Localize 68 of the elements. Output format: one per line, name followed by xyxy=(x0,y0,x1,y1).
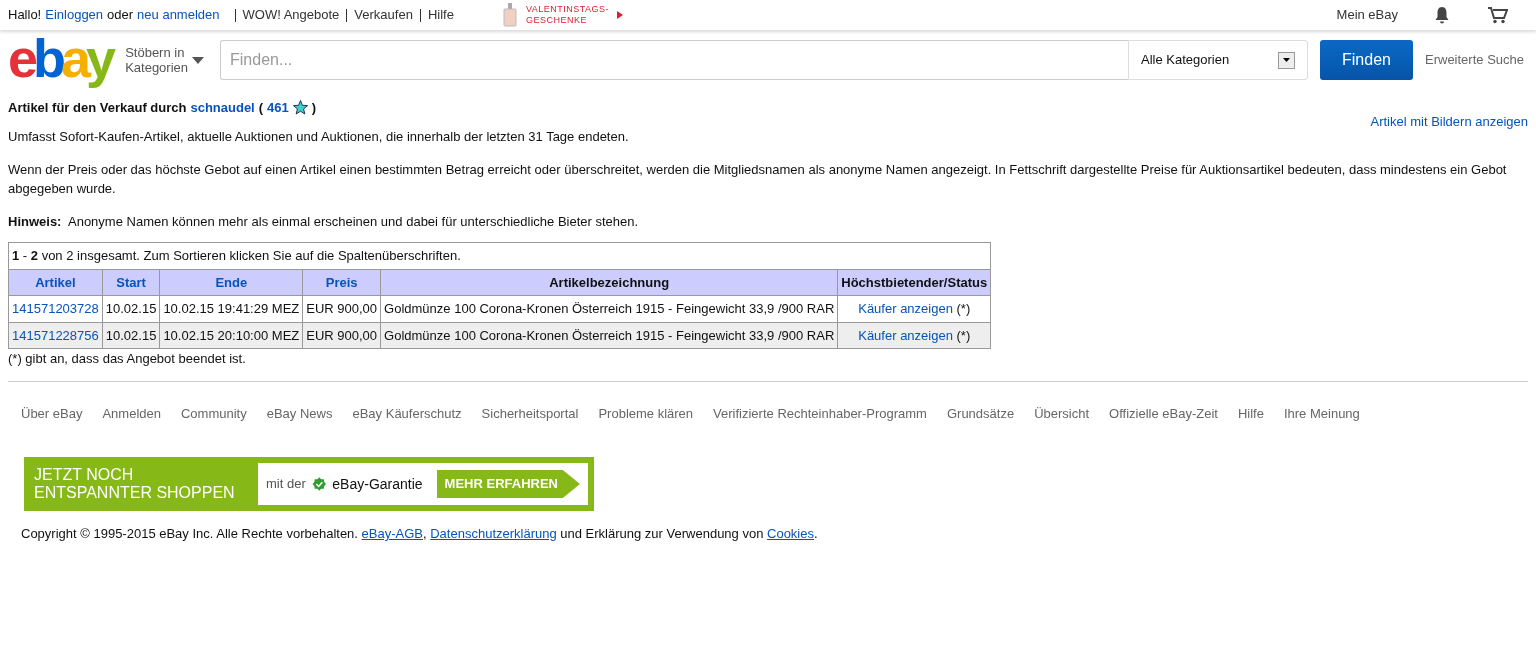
search-button[interactable]: Finden xyxy=(1320,40,1413,80)
show-buyer-link[interactable]: Käufer anzeigen xyxy=(858,301,953,316)
footer-link[interactable]: eBay Käuferschutz xyxy=(352,403,462,423)
start-date-cell: 10.02.15 xyxy=(102,322,160,349)
footer-link[interactable]: Anmelden xyxy=(102,403,161,423)
status-text: (*) xyxy=(956,301,971,316)
footer-legal-link[interactable]: eBay-AGB xyxy=(361,526,423,541)
ebay-logo[interactable]: ebay xyxy=(8,26,118,90)
feedback-score-link[interactable]: 461 xyxy=(267,98,289,118)
item-title-cell: Goldmünze 100 Corona-Kronen Österreich 1915 - Feingewicht 33,9 /900 RAR xyxy=(380,322,838,349)
top-nav-link[interactable]: WOW! Angebote xyxy=(242,5,340,25)
paren-text: ( xyxy=(258,99,264,117)
footer-legal-link[interactable]: Cookies xyxy=(767,526,814,541)
footer-link[interactable]: eBay News xyxy=(266,403,333,423)
caret-icon xyxy=(1283,58,1290,62)
price-cell: EUR 900,00 xyxy=(302,322,381,349)
category-browse-button[interactable]: Stöbern in Kategorien xyxy=(125,45,205,75)
copyright-text: Copyright © 1995-2015 eBay Inc. Alle Rechte vorbehalten. eBay-AGB, Datenschutzerklärung und Erklärung zur Verwendung von Cookies. xyxy=(21,525,819,543)
banner-headline: JETZT NOCH ENTSPANNTER SHOPPEN xyxy=(34,466,235,502)
or-text: oder xyxy=(107,6,134,25)
footer-link[interactable]: Offizielle eBay-Zeit xyxy=(1109,403,1218,423)
status-text: (*) xyxy=(956,327,971,343)
top-nav-link[interactable]: Verkaufen xyxy=(354,5,413,25)
footer-link[interactable]: Probleme klären xyxy=(598,403,694,423)
footer-link[interactable]: Verifizierte Rechteinhaber-Programm xyxy=(713,403,927,423)
search-field[interactable]: Finden... xyxy=(220,40,1128,80)
my-ebay-link[interactable]: Mein eBay xyxy=(1336,5,1398,25)
footer-link[interactable]: Grundsätze xyxy=(946,403,1015,423)
column-header: Höchstbietender/Status xyxy=(837,269,991,296)
footer-link[interactable]: Sicherheitsportal xyxy=(481,403,579,423)
info-paragraph: Umfasst Sofort-Kaufen-Artikel, aktuelle Auktionen und Auktionen, die innerhalb der letzten 31 Tage endeten. xyxy=(8,128,630,146)
start-date-cell: 10.02.15 xyxy=(102,295,160,322)
end-date-cell: 10.02.15 20:10:00 MEZ xyxy=(159,322,303,349)
star-icon xyxy=(292,100,308,116)
perfume-bottle-icon xyxy=(501,3,518,27)
column-sort-link[interactable]: Ende xyxy=(215,274,248,290)
guarantee-banner[interactable]: JETZT NOCH ENTSPANNTER SHOPPEN mit der eBay-Garantie MEHR ERFAHREN xyxy=(24,457,594,511)
price-cell: EUR 900,00 xyxy=(302,295,381,322)
show-buyer-link[interactable]: Käufer anzeigen xyxy=(858,327,953,343)
page-title: Artikel für den Verkauf durch xyxy=(8,99,187,117)
top-nav-link[interactable]: Hilfe xyxy=(427,5,454,25)
footer-link[interactable]: Über eBay xyxy=(21,403,83,423)
pictures-link[interactable]: Artikel mit Bildern anzeigen xyxy=(1370,111,1528,131)
cart-icon[interactable] xyxy=(1488,6,1508,24)
register-link[interactable]: neu anmelden xyxy=(137,5,220,25)
seller-link[interactable]: schnaudel xyxy=(190,98,255,118)
column-header: Artikelbezeichnung xyxy=(380,269,838,296)
footnote-text: (*) gibt an, dass das Angebot beendet ist. xyxy=(8,350,247,368)
info-paragraph: Hinweis: Anonyme Namen können mehr als einmal erscheinen und dabei für unterschiedliche Bieter stehen. xyxy=(8,212,640,231)
login-link[interactable]: Einloggen xyxy=(45,5,104,25)
promo-link[interactable]: VALENTINSTAGS- GESCHENKE xyxy=(525,4,610,26)
footer-link[interactable]: Community xyxy=(180,403,247,423)
bell-icon[interactable] xyxy=(1434,6,1450,24)
advanced-search-link[interactable]: Erweiterte Suche xyxy=(1425,50,1524,70)
footer-link[interactable]: Hilfe xyxy=(1237,403,1264,423)
paren-text: ) xyxy=(311,99,317,117)
end-date-cell: 10.02.15 19:41:29 MEZ xyxy=(159,295,303,322)
banner-text: mit der xyxy=(266,475,306,494)
footer-link[interactable]: Ihre Meinung xyxy=(1283,403,1360,423)
category-dropdown[interactable]: Alle Kategorien xyxy=(1128,40,1308,80)
footer-legal-link[interactable]: Datenschutzerklärung xyxy=(430,526,557,541)
footer-link[interactable]: Übersicht xyxy=(1034,403,1090,423)
banner-text: eBay-Garantie xyxy=(332,474,423,494)
caret-icon xyxy=(617,11,624,19)
info-paragraph: Wenn der Preis oder das höchste Gebot auf einen Artikel einen bestimmten Betrag erreicht oder überschreitet, werden die Mitgliedsnamen als anonyme Namen angezeigt. In Fettschrift dargestellte Preise für Auktionsartikel bedeuten, dass mindestens ein Gebot abgegeben wurde. xyxy=(8,160,1508,198)
caret-icon xyxy=(192,56,205,64)
item-title-cell: Goldmünze 100 Corona-Kronen Österreich 1915 - Feingewicht 33,9 /900 RAR xyxy=(380,295,838,322)
greeting-text: Hallo! xyxy=(8,6,42,25)
